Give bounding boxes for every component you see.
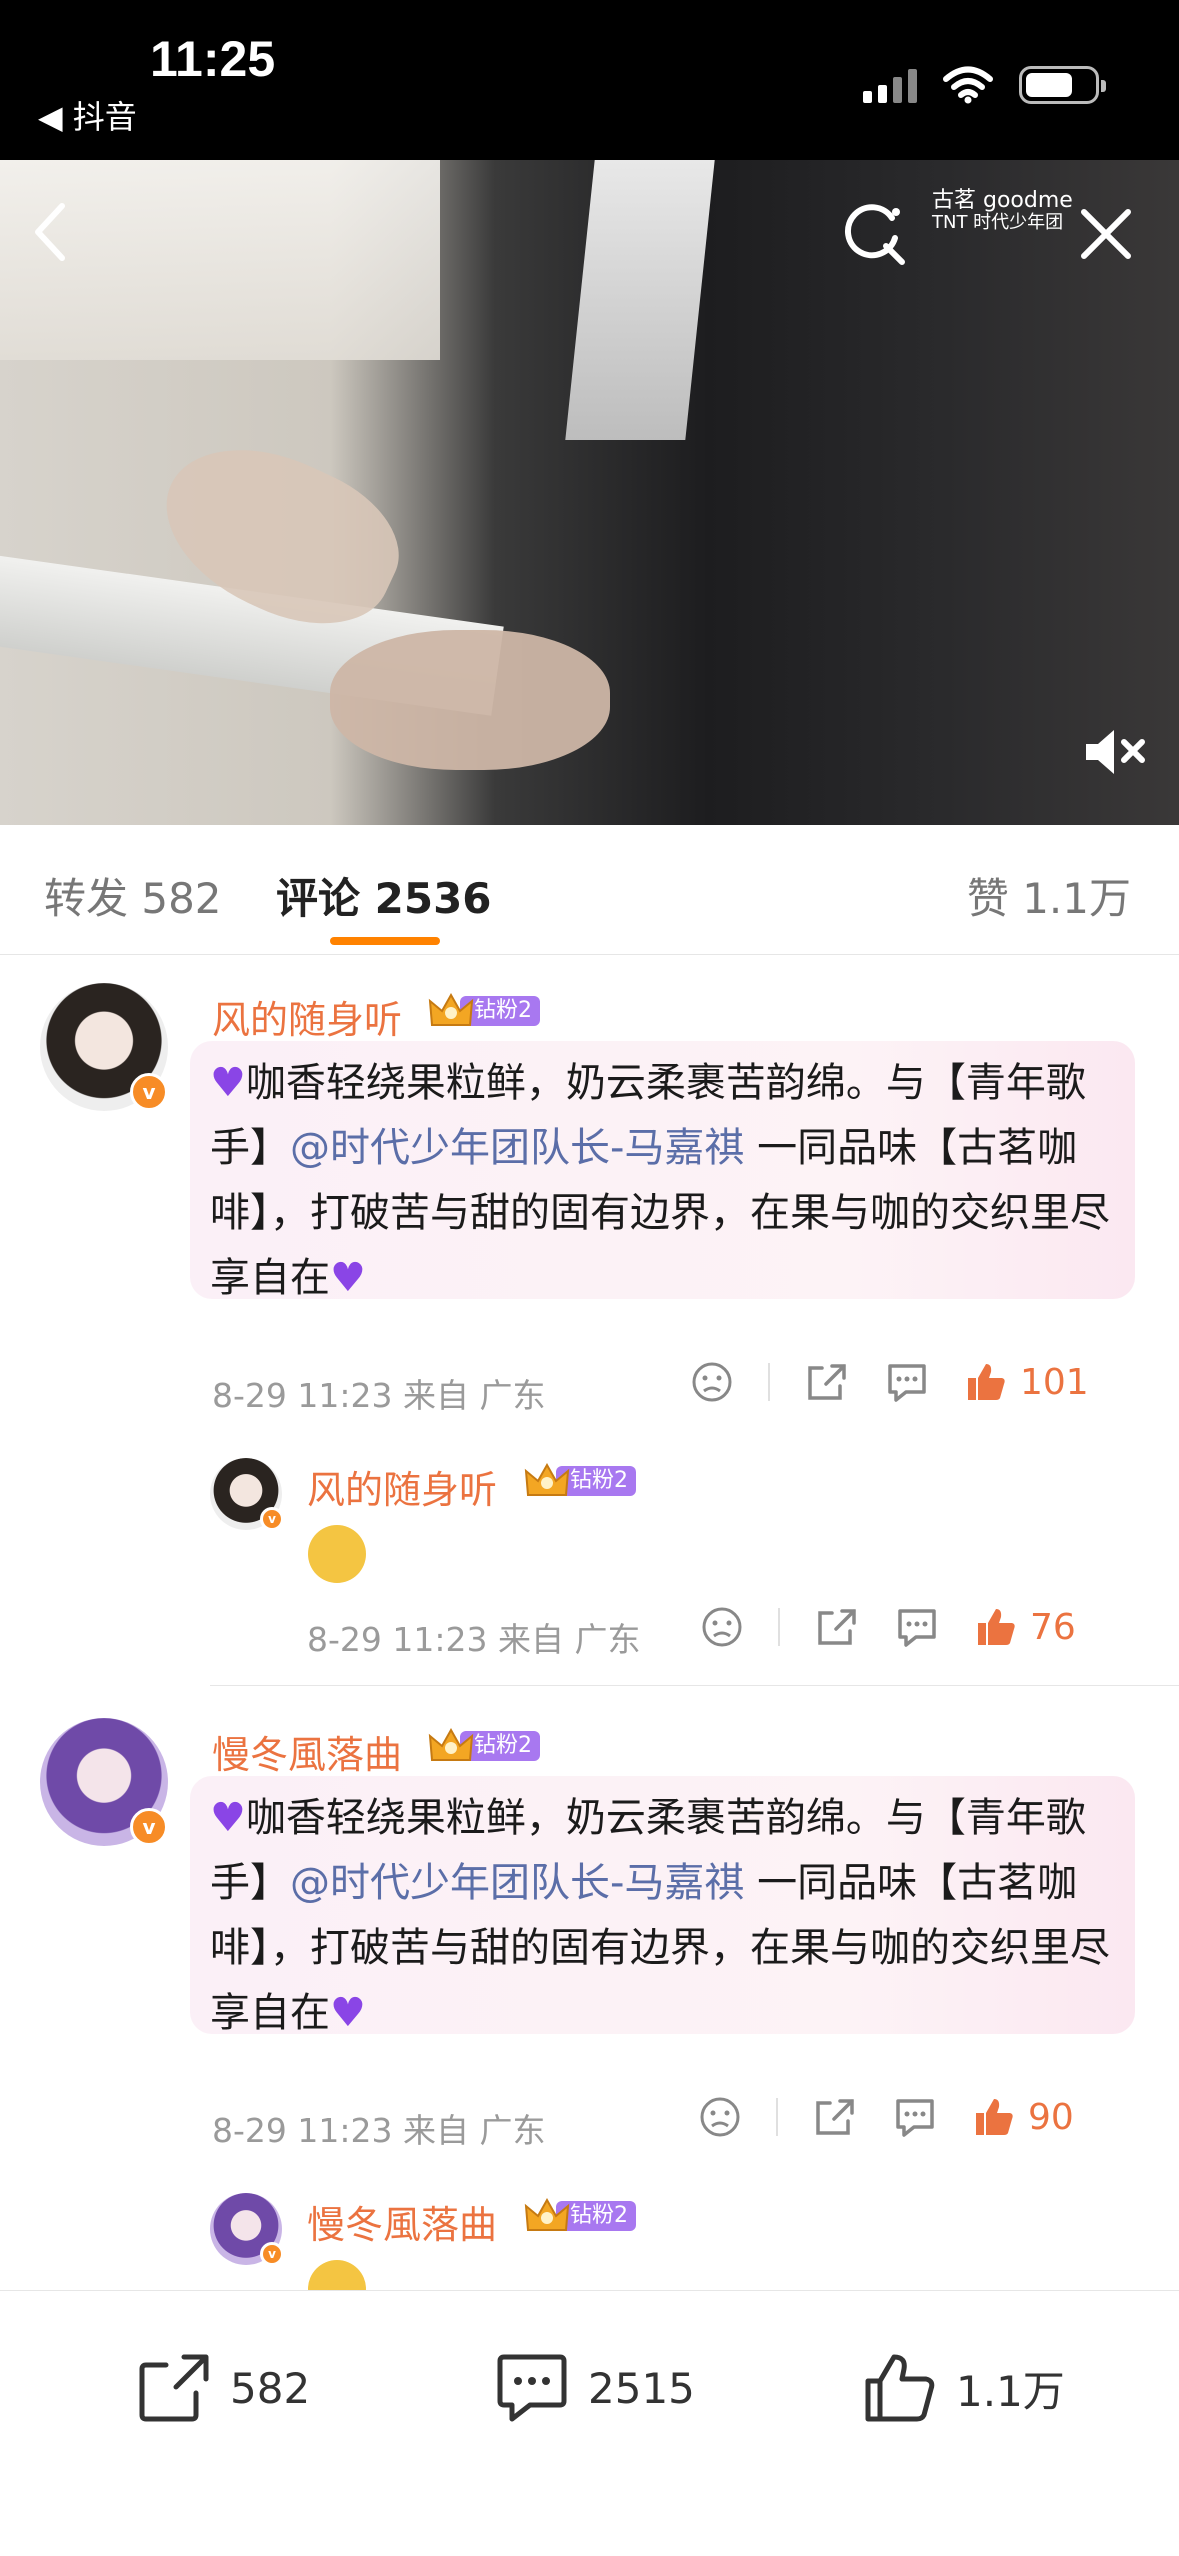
thumbs-up-icon [968,1364,1005,1400]
like-button[interactable]: 1.1万 [862,2351,1065,2425]
username[interactable]: 风的随身听 [212,989,402,1044]
reply-icon[interactable] [892,2095,938,2139]
tab-like[interactable]: 赞 1.1万 [967,865,1131,926]
repost-count: 582 [230,2363,311,2413]
comment-icon [497,2354,567,2422]
crown-icon [428,1727,474,1761]
verified-icon: v [260,2242,284,2266]
status-bar: 11:25 ◀ 抖音 [0,0,1179,160]
emoji-icon [308,1525,366,1583]
fan-level-badge: 钻粉2 [428,992,540,1029]
comment-actions: 76 [700,1605,1076,1649]
mention-link[interactable]: @时代少年团队长-马嘉祺 [290,1125,744,1171]
comment-actions: 101 [690,1360,1089,1404]
crown-icon [428,992,474,1026]
like-count: 1.1万 [956,2366,1065,2416]
video-hand [330,630,610,770]
like-button[interactable]: 90 [972,2095,1074,2139]
like-count: 76 [1030,1606,1076,1648]
mute-icon[interactable] [1082,726,1148,778]
status-time: 11:25 [150,31,276,87]
fan-level-badge: 钻粉2 [524,2197,636,2234]
active-tab-indicator [330,937,440,945]
verified-icon: v [260,1507,284,1531]
like-count: 101 [1020,1361,1089,1403]
divider [778,1608,780,1646]
reply-icon[interactable] [894,1605,940,1649]
back-icon[interactable] [30,200,70,264]
username[interactable]: 慢冬風落曲 [307,2194,497,2249]
username[interactable]: 慢冬風落曲 [212,1724,402,1779]
comment-meta: 8-29 11:23 来自 广东 [212,2111,546,2150]
dislike-icon[interactable] [700,1605,744,1649]
comment-button[interactable]: 2515 [494,2351,695,2425]
dislike-icon[interactable] [698,2095,742,2139]
like-button[interactable]: 76 [974,1605,1076,1649]
comment-meta: 8-29 11:23 来自 广东 [307,1620,641,1659]
username[interactable]: 风的随身听 [307,1459,497,1514]
comment-text: ♥咖香轻绕果粒鲜，奶云柔裹苦韵绵。与【青年歌手】@时代少年团队长-马嘉祺 一同品… [190,1041,1135,1301]
purple-heart-icon: ♥ [330,1255,366,1301]
comment-count: 2515 [588,2363,695,2413]
fan-level-badge: 钻粉2 [428,1727,540,1764]
comment-item: v 慢冬風落曲 钻粉2 ♥咖香轻绕果粒鲜，奶云柔裹苦韵绵。与【青年歌手】@时代少… [0,1690,1179,2318]
divider [768,1363,770,1401]
wifi-icon [943,66,993,104]
thumbs-up-icon [978,1609,1015,1645]
divider [210,1685,1179,1686]
thumbs-up-icon [865,2354,935,2422]
detail-tabs: 转发 582 评论 2536 赞 1.1万 [0,825,1179,955]
share-icon[interactable] [814,1605,860,1649]
dislike-icon[interactable] [690,1360,734,1404]
comment-meta: 8-29 11:23 来自 广东 [212,1376,546,1415]
purple-heart-icon: ♥ [210,1060,246,1106]
lens-search-icon[interactable] [840,198,910,268]
verified-icon: v [130,1808,168,1846]
repost-button[interactable]: 582 [136,2351,310,2425]
brand-watermark-text: 古茗 goodme [932,188,1073,213]
tab-forward[interactable]: 转发 582 [44,865,222,926]
share-icon[interactable] [804,1360,850,1404]
comment-text: ♥咖香轻绕果粒鲜，奶云柔裹苦韵绵。与【青年歌手】@时代少年团队长-马嘉祺 一同品… [190,1776,1135,2036]
brand-watermark: 古茗 goodme TNT 时代少年团 [932,190,1073,234]
brand-watermark-text-2: TNT 时代少年团 [932,212,1064,233]
fan-level-badge: 钻粉2 [524,1462,636,1499]
verified-icon: v [130,1073,168,1111]
video-figure [565,160,715,440]
comment-item: v 风的随身听 钻粉2 ♥咖香轻绕果粒鲜，奶云柔裹苦韵绵。与【青年歌手】@时代少… [0,955,1179,1686]
purple-heart-icon: ♥ [210,1795,246,1841]
share-icon[interactable] [812,2095,858,2139]
thumbs-up-icon [976,2099,1013,2135]
like-count: 90 [1028,2096,1074,2138]
crown-icon [524,2197,570,2231]
reply-icon[interactable] [884,1360,930,1404]
divider [776,2098,778,2136]
crown-icon [524,1462,570,1496]
bottom-action-bar: 582 2515 1.1万 [0,2290,1179,2556]
battery-icon [1019,66,1106,104]
purple-heart-icon: ♥ [330,1990,366,2036]
video-player[interactable]: 古茗 goodme TNT 时代少年团 [0,160,1179,825]
tab-comment[interactable]: 评论 2536 [276,865,492,926]
like-button[interactable]: 101 [964,1360,1089,1404]
mention-link[interactable]: @时代少年团队长-马嘉祺 [290,1860,744,1906]
status-icons [863,66,1106,104]
signal-icon [863,67,917,103]
repost-icon [139,2354,209,2422]
close-icon[interactable] [1078,206,1134,262]
back-to-app-link[interactable]: ◀ 抖音 [38,92,137,138]
comment-actions: 90 [698,2095,1074,2139]
